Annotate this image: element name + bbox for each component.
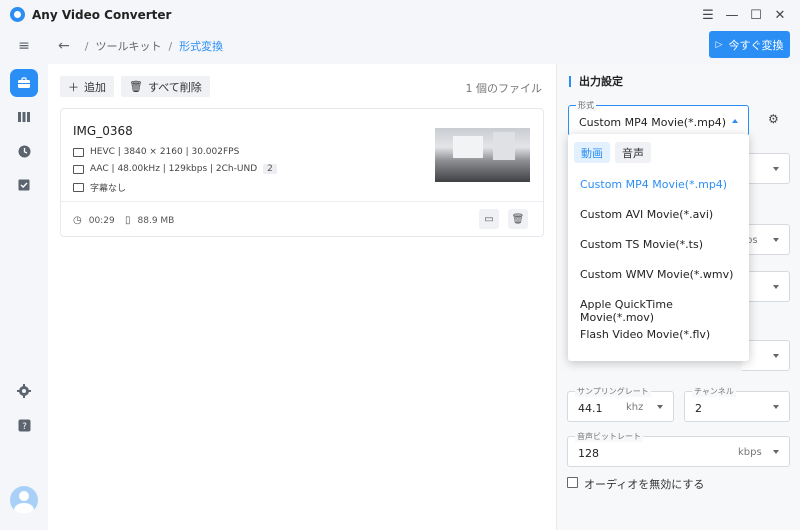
- file-list-panel: ＋ 追加 🗑 すべて削除 1 個のファイル IMG_0368 HEVC | 38…: [48, 64, 556, 530]
- open-folder-button[interactable]: ▭: [479, 209, 499, 229]
- history-icon[interactable]: [10, 137, 38, 165]
- subtitle-icon: [73, 183, 84, 192]
- disable-audio-label: オーディオを無効にする: [584, 478, 705, 491]
- sample-rate-label: サンプリングレート: [575, 386, 651, 397]
- format-settings-icon[interactable]: ⚙: [768, 112, 782, 126]
- channel-value: 2: [695, 402, 702, 415]
- maximize-icon[interactable]: ☐: [746, 5, 766, 25]
- format-option[interactable]: Custom TS Movie(*.ts): [580, 238, 703, 251]
- library-icon[interactable]: [10, 103, 38, 131]
- duration: 00:29: [88, 215, 115, 226]
- hidden-field-stub[interactable]: [742, 153, 790, 184]
- close-icon[interactable]: ✕: [770, 5, 790, 25]
- delete-all-label: すべて削除: [147, 80, 202, 94]
- chevron-down-icon: [773, 354, 779, 358]
- toolbox-icon[interactable]: [10, 69, 38, 97]
- app-logo-icon: [10, 7, 25, 22]
- channel-label: チャンネル: [692, 386, 736, 397]
- audio-info-row: AAC | 48.00kHz | 129kbps | 2Ch-UND 2: [73, 164, 277, 174]
- chevron-up-icon: [732, 119, 738, 123]
- video-icon: [73, 147, 84, 157]
- hidden-field-stub[interactable]: ps: [742, 224, 790, 255]
- file-size: 88.9 MB: [137, 215, 175, 226]
- audio-bitrate-select[interactable]: 音声ビットレート 128 kbps: [567, 431, 790, 467]
- back-arrow-icon[interactable]: ←: [58, 38, 70, 54]
- channel-select[interactable]: チャンネル 2: [684, 386, 790, 422]
- tab-audio[interactable]: 音声: [615, 142, 651, 163]
- disable-audio-checkbox[interactable]: [567, 477, 578, 488]
- collapse-menu-icon[interactable]: ≡: [10, 32, 38, 60]
- audio-bitrate-unit: kbps: [738, 447, 762, 458]
- audio-track-count[interactable]: 2: [263, 164, 277, 174]
- audio-bitrate-value: 128: [578, 447, 599, 460]
- format-dropdown: 動画 音声 Custom MP4 Movie(*.mp4) Custom AVI…: [568, 134, 749, 361]
- delete-all-button[interactable]: 🗑 すべて削除: [121, 76, 210, 97]
- chevron-down-icon: [773, 167, 779, 171]
- video-info: HEVC | 3840 × 2160 | 30.002FPS: [90, 147, 240, 157]
- breadcrumb-parent[interactable]: ツールキット: [95, 38, 161, 54]
- sample-rate-value: 44.1: [578, 402, 603, 415]
- sample-rate-unit: khz: [626, 402, 644, 413]
- chevron-down-icon: [773, 405, 779, 409]
- file-count: 1 個のファイル: [465, 82, 543, 95]
- format-option[interactable]: Custom WMV Movie(*.wmv): [580, 268, 733, 281]
- audio-bitrate-label: 音声ビットレート: [575, 431, 643, 442]
- format-option[interactable]: Custom MP4 Movie(*.mp4): [580, 178, 727, 191]
- video-info-row: HEVC | 3840 × 2160 | 30.002FPS: [73, 147, 239, 157]
- file-card[interactable]: IMG_0368 HEVC | 3840 × 2160 | 30.002FPS …: [60, 108, 544, 237]
- card-divider: [61, 201, 543, 202]
- clock-icon: ◷: [73, 215, 82, 226]
- duration-row: ◷ 00:29: [73, 215, 115, 226]
- plus-icon: ＋: [68, 80, 79, 94]
- tab-video[interactable]: 動画: [574, 142, 610, 163]
- chevron-down-icon: [773, 285, 779, 289]
- settings-icon[interactable]: [10, 377, 38, 405]
- chevron-down-icon: [773, 238, 779, 242]
- chevron-down-icon: [657, 405, 663, 409]
- subtitle-info: 字幕なし: [90, 184, 127, 194]
- format-label: 形式: [576, 100, 596, 111]
- delete-file-button[interactable]: 🗑: [508, 209, 528, 229]
- tasks-icon[interactable]: [10, 171, 38, 199]
- audio-icon: [73, 164, 84, 174]
- menu-icon[interactable]: ☰: [698, 5, 718, 25]
- hidden-field-stub[interactable]: [742, 271, 790, 302]
- size-row: ▯ 88.9 MB: [125, 215, 174, 226]
- chevron-down-icon: [773, 450, 779, 454]
- audio-info: AAC | 48.00kHz | 129kbps | 2Ch-UND: [90, 164, 258, 174]
- file-name: IMG_0368: [73, 124, 133, 138]
- help-icon[interactable]: ?: [10, 411, 38, 439]
- format-select[interactable]: 形式 Custom MP4 Movie(*.mp4): [568, 100, 749, 136]
- add-button[interactable]: ＋ 追加: [60, 76, 114, 97]
- video-thumbnail: [435, 128, 530, 182]
- format-option[interactable]: Custom AVI Movie(*.avi): [580, 208, 713, 221]
- subtitle-info-row: 字幕なし: [73, 181, 126, 194]
- folder-icon: ▭: [484, 213, 494, 225]
- settings-title: 出力設定: [569, 76, 623, 87]
- format-option[interactable]: Flash Video Movie(*.flv): [580, 328, 710, 341]
- convert-now-button[interactable]: ▷ 今すぐ変換: [709, 31, 790, 58]
- svg-text:?: ?: [22, 422, 27, 432]
- convert-now-label: 今すぐ変換: [728, 38, 784, 52]
- breadcrumb-current: 形式変換: [179, 40, 224, 53]
- breadcrumb-separator: /: [84, 39, 89, 53]
- sample-rate-select[interactable]: サンプリングレート 44.1 khz: [567, 386, 674, 422]
- play-icon: ▷: [715, 39, 723, 50]
- trash-icon: 🗑: [511, 213, 525, 225]
- format-option[interactable]: Apple QuickTime Movie(*.mov): [580, 298, 749, 324]
- breadcrumb-separator: /: [168, 39, 173, 53]
- title-bar: Any Video Converter ☰ — ☐ ✕: [0, 0, 800, 30]
- minimize-icon[interactable]: —: [722, 5, 742, 25]
- trash-icon: 🗑: [129, 80, 143, 93]
- app-title: Any Video Converter: [32, 8, 172, 22]
- add-label: 追加: [84, 80, 106, 94]
- avatar[interactable]: [10, 486, 38, 514]
- hidden-field-stub[interactable]: [742, 340, 790, 371]
- format-value: Custom MP4 Movie(*.mp4): [579, 116, 727, 129]
- left-sidebar: ≡ ?: [0, 30, 48, 530]
- file-icon: ▯: [125, 215, 131, 226]
- breadcrumb: ← / ツールキット / 形式変換: [58, 37, 223, 55]
